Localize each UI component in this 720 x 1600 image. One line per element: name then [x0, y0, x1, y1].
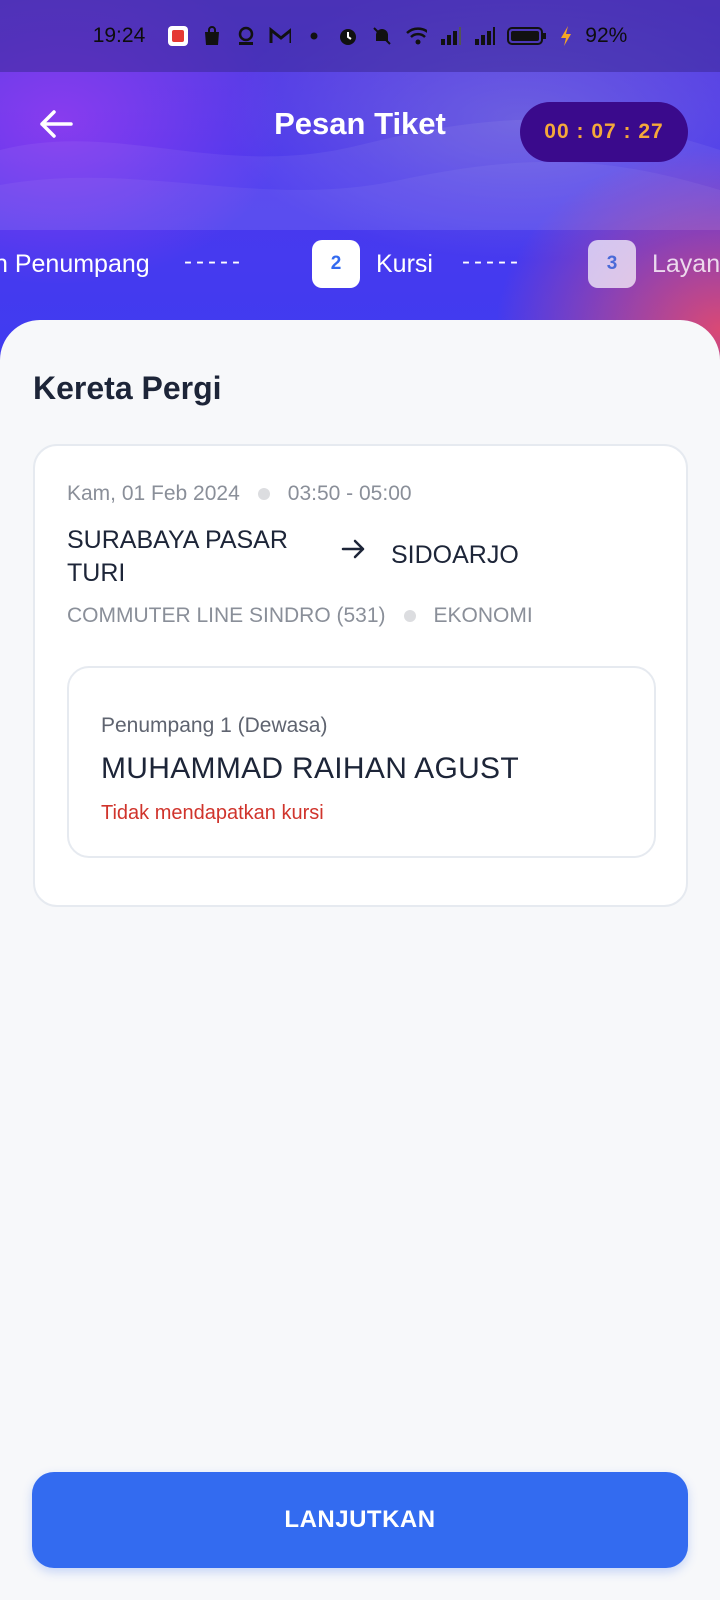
- train-class: EKONOMI: [433, 604, 533, 627]
- battery-percentage: 92%: [585, 24, 628, 47]
- section-title: Kereta Pergi: [33, 370, 222, 406]
- arrow-right-icon: [341, 539, 365, 559]
- destination-station: SIDOARJO: [391, 541, 519, 569]
- separator-dot: [257, 488, 270, 500]
- battery-icon: [507, 25, 547, 47]
- train-info: COMMUTER LINE SINDRO (531) EKONOMI: [67, 604, 533, 628]
- step-3-number[interactable]: 3: [588, 240, 636, 288]
- mute-icon: [371, 25, 393, 47]
- continue-button[interactable]: LANJUTKAN: [32, 1472, 688, 1568]
- status-bar: 19:24 92%: [0, 0, 720, 72]
- alert-icon: [235, 25, 257, 47]
- shopping-bag-icon: [201, 25, 223, 47]
- seat-status: Tidak mendapatkan kursi: [101, 802, 324, 824]
- signal-icon: [473, 25, 496, 47]
- alarm-icon: [337, 25, 359, 47]
- passenger-name: MUHAMMAD RAIHAN AGUST: [101, 752, 519, 785]
- step-separator: -----: [184, 248, 244, 275]
- app-bar: Pesan Tiket 00 : 07 : 27: [0, 72, 720, 182]
- step-separator: -----: [462, 248, 522, 275]
- trip-date: Kam, 01 Feb 2024: [67, 482, 240, 505]
- train-name: COMMUTER LINE SINDRO (531): [67, 604, 386, 627]
- booking-stepper: n Penumpang ----- 2 Kursi ----- 3 Layan: [0, 238, 720, 288]
- app-notification-icon: [167, 25, 189, 47]
- passenger-card[interactable]: Penumpang 1 (Dewasa) MUHAMMAD RAIHAN AGU…: [67, 666, 656, 858]
- step-2-label[interactable]: Kursi: [376, 250, 433, 279]
- signal-icon: [439, 25, 462, 47]
- trip-card: Kam, 01 Feb 2024 03:50 - 05:00 SURABAYA …: [33, 444, 688, 907]
- status-time: 19:24: [92, 24, 146, 47]
- dot-icon: [303, 25, 325, 47]
- step-2-number[interactable]: 2: [312, 240, 360, 288]
- content-sheet: Kereta Pergi Kam, 01 Feb 2024 03:50 - 05…: [0, 320, 720, 1600]
- trip-schedule: Kam, 01 Feb 2024 03:50 - 05:00: [67, 482, 412, 506]
- step-1-label[interactable]: n Penumpang: [0, 250, 150, 279]
- countdown-timer: 00 : 07 : 27: [520, 102, 688, 162]
- passenger-label: Penumpang 1 (Dewasa): [101, 714, 328, 737]
- gmail-icon: [269, 25, 292, 47]
- trip-time: 03:50 - 05:00: [287, 482, 412, 505]
- separator-dot: [403, 610, 416, 622]
- wifi-icon: [405, 25, 428, 47]
- origin-station: SURABAYA PASAR TURI: [67, 526, 288, 587]
- step-3-label[interactable]: Layan: [652, 250, 720, 279]
- charging-icon: [559, 25, 573, 47]
